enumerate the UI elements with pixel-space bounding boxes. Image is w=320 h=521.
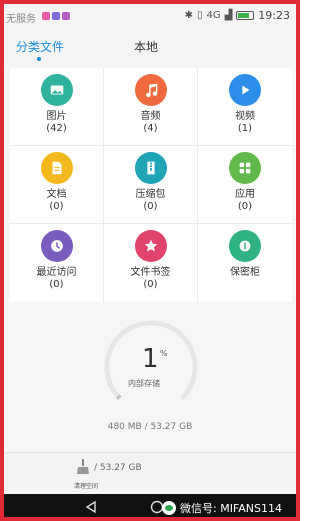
category-archives[interactable]: 压缩包 (0) bbox=[104, 146, 198, 224]
signal-label: 4G bbox=[206, 10, 221, 21]
storage-percent: 1 bbox=[142, 344, 159, 374]
category-label: 压缩包 bbox=[135, 189, 166, 200]
storage-panel[interactable]: 1 % 内部存储 480 MB / 53.27 GB bbox=[4, 304, 296, 444]
play-icon bbox=[229, 74, 261, 106]
battery-icon bbox=[236, 11, 255, 20]
category-video[interactable]: 视频 (1) bbox=[198, 68, 292, 146]
watermark-text: 微信号: MIFANS114 bbox=[180, 502, 282, 515]
navigation-bar: 微信号: MIFANS114 bbox=[4, 494, 296, 517]
category-label: 文档 bbox=[46, 189, 67, 200]
storage-percent-sign: % bbox=[160, 349, 168, 358]
signal-icon: ▟ bbox=[224, 10, 233, 21]
clock-time: 19:23 bbox=[258, 9, 290, 22]
category-recent[interactable]: 最近访问 (0) bbox=[10, 224, 104, 302]
tab-bar: 分类文件 本地 bbox=[4, 30, 296, 66]
watermark: 微信号: MIFANS114 bbox=[162, 500, 282, 516]
category-count: (0) bbox=[49, 201, 64, 212]
category-count: (0) bbox=[143, 279, 158, 290]
broom-icon bbox=[77, 459, 89, 474]
category-images[interactable]: 图片 (42) bbox=[10, 68, 104, 146]
archive-icon bbox=[134, 152, 167, 184]
category-count: (0) bbox=[49, 279, 64, 290]
category-label: 音频 bbox=[140, 111, 161, 122]
carrier-label: 无服务 bbox=[6, 14, 36, 25]
tab-categories[interactable]: 分类文件 bbox=[16, 38, 64, 55]
back-icon[interactable] bbox=[84, 500, 98, 514]
app-frame: 无服务 ✱ ▯ 4G ▟ 19:23 分类文件 本地 图片 (42) 音频 (4… bbox=[0, 0, 300, 521]
category-count: (0) bbox=[143, 201, 158, 212]
music-icon bbox=[134, 74, 167, 106]
notification-icon bbox=[62, 12, 70, 20]
lock-icon bbox=[229, 230, 261, 262]
category-safe[interactable]: 保密柜 bbox=[198, 224, 292, 302]
category-label: 视频 bbox=[235, 111, 255, 122]
category-count: (0) bbox=[237, 201, 253, 212]
category-label: 文件书签 bbox=[130, 267, 171, 278]
wechat-icon bbox=[162, 501, 176, 515]
category-documents[interactable]: 文档 (0) bbox=[10, 146, 104, 224]
notification-icon bbox=[42, 12, 50, 20]
category-label: 应用 bbox=[235, 189, 255, 200]
image-icon bbox=[40, 74, 73, 106]
category-count: (1) bbox=[237, 123, 253, 134]
tab-local[interactable]: 本地 bbox=[134, 38, 158, 55]
clock-icon bbox=[40, 230, 73, 262]
tab-indicator bbox=[37, 57, 41, 61]
status-right: ✱ ▯ 4G ▟ 19:23 bbox=[185, 9, 290, 22]
cleanup-value: / 53.27 GB bbox=[94, 463, 142, 473]
category-audio[interactable]: 音频 (4) bbox=[104, 68, 198, 146]
category-label: 最近访问 bbox=[36, 267, 77, 278]
vibrate-icon: ▯ bbox=[196, 10, 203, 21]
category-label: 图片 bbox=[46, 111, 67, 122]
category-count: (42) bbox=[46, 123, 67, 134]
cleanup-label: 清理空间 bbox=[74, 483, 99, 490]
storage-usage: 480 MB / 53.27 GB bbox=[107, 422, 193, 432]
category-bookmarks[interactable]: 文件书签 (0) bbox=[104, 224, 198, 302]
cleanup-bar[interactable]: / 53.27 GB 清理空间 bbox=[4, 452, 296, 494]
category-grid: 图片 (42) 音频 (4) 视频 (1) 文档 (0) 压缩包 (0) 应用 … bbox=[10, 68, 292, 302]
status-bar: 无服务 ✱ ▯ 4G ▟ 19:23 bbox=[4, 4, 296, 30]
category-apps[interactable]: 应用 (0) bbox=[198, 146, 292, 224]
document-icon bbox=[40, 152, 73, 184]
notification-icon bbox=[52, 12, 60, 20]
category-count: (4) bbox=[143, 123, 158, 134]
bluetooth-icon: ✱ bbox=[184, 10, 193, 21]
star-icon bbox=[134, 230, 167, 262]
storage-label: 内部存储 bbox=[128, 379, 160, 388]
apps-icon bbox=[229, 152, 261, 184]
category-label: 保密柜 bbox=[230, 267, 260, 278]
